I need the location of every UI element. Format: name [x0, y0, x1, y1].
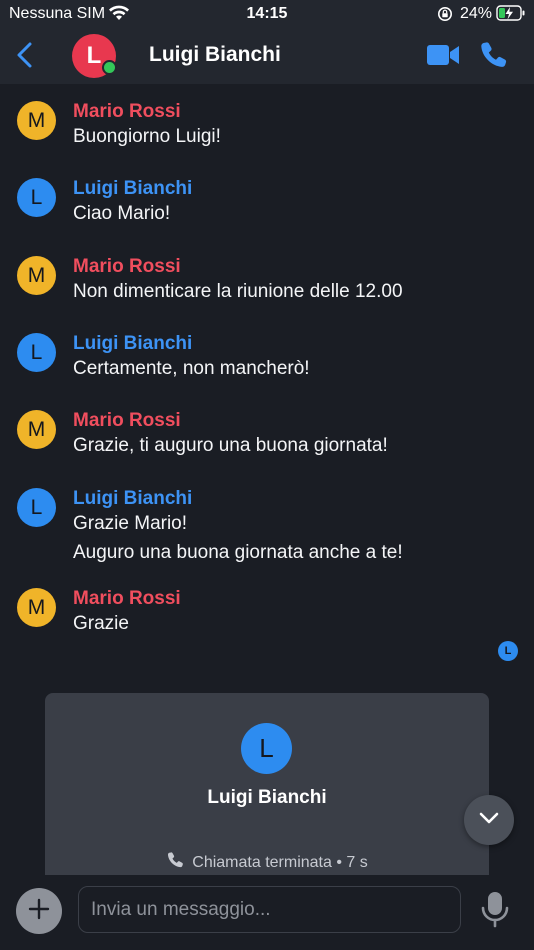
phone-icon: [166, 851, 184, 874]
sender-avatar[interactable]: L: [17, 178, 56, 217]
sender-avatar[interactable]: M: [17, 588, 56, 627]
sender-name: Luigi Bianchi: [73, 488, 193, 509]
sender-name: Mario Rossi: [73, 410, 181, 431]
call-summary-card[interactable]: L Luigi Bianchi Chiamata terminata • 7 s: [45, 693, 489, 883]
message-text: Grazie Mario!: [73, 513, 188, 534]
sender-name: Luigi Bianchi: [73, 333, 193, 354]
message-text: Grazie: [73, 613, 129, 634]
message-text: Grazie, ti auguro una buona giornata!: [73, 435, 388, 456]
call-status: Chiamata terminata • 7 s: [45, 851, 489, 874]
sender-avatar[interactable]: M: [17, 256, 56, 295]
chevron-down-icon: [477, 806, 501, 835]
online-status-indicator: [102, 60, 117, 75]
message-text: Auguro una buona giornata anche a te!: [73, 542, 403, 563]
read-receipt-avatar: L: [498, 641, 518, 661]
status-bar: Nessuna SIM 14:15 24%: [0, 0, 534, 28]
scroll-to-bottom-button[interactable]: [464, 795, 514, 845]
plus-icon: [28, 898, 50, 925]
sender-avatar[interactable]: M: [17, 101, 56, 140]
message-text: Buongiorno Luigi!: [73, 126, 221, 147]
battery-percentage: 24%: [460, 5, 493, 22]
back-chevron-icon[interactable]: [14, 40, 36, 75]
sender-name: Mario Rossi: [73, 101, 181, 122]
battery-charging-icon: [496, 5, 526, 26]
sender-name: Mario Rossi: [73, 256, 181, 277]
voice-call-icon[interactable]: [478, 40, 508, 75]
call-avatar: L: [241, 723, 292, 774]
clock: 14:15: [246, 5, 288, 22]
message-text: Ciao Mario!: [73, 203, 171, 224]
message-input[interactable]: [78, 886, 461, 933]
add-attachment-button[interactable]: [16, 888, 62, 934]
sender-avatar[interactable]: M: [17, 410, 56, 449]
sender-name: Luigi Bianchi: [73, 178, 193, 199]
message-composer: [0, 875, 534, 950]
microphone-icon[interactable]: [479, 891, 511, 934]
message-text: Non dimenticare la riunione delle 12.00: [73, 281, 403, 302]
chat-header: L Luigi Bianchi: [0, 28, 534, 84]
call-duration: 7 s: [346, 854, 368, 871]
video-call-icon[interactable]: [426, 42, 460, 73]
call-status-text: Chiamata terminata: [192, 854, 332, 871]
sender-avatar[interactable]: L: [17, 333, 56, 372]
sender-name: Mario Rossi: [73, 588, 181, 609]
sender-avatar[interactable]: L: [17, 488, 56, 527]
message-text: Certamente, non mancherò!: [73, 358, 310, 379]
call-contact-name: Luigi Bianchi: [207, 787, 327, 808]
rotation-lock-icon: [437, 6, 453, 27]
contact-name[interactable]: Luigi Bianchi: [149, 43, 281, 67]
